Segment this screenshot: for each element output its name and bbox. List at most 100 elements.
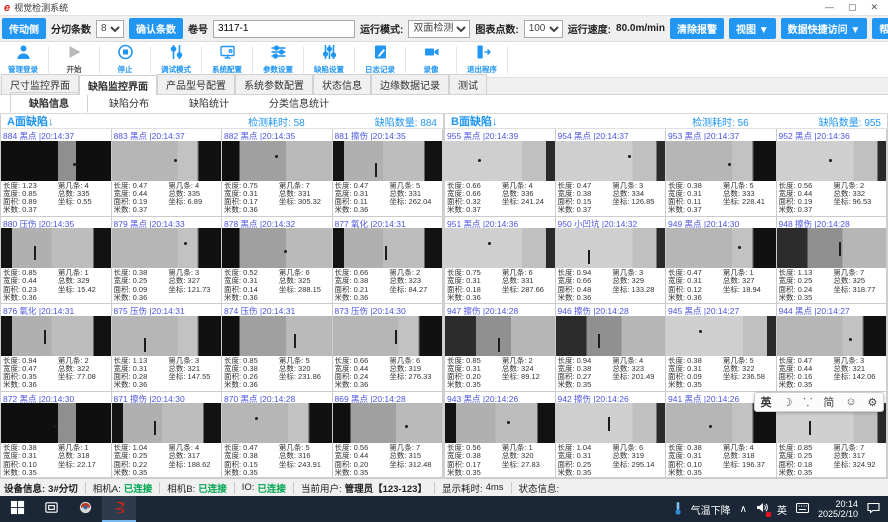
- defect-thumbnail[interactable]: [1, 228, 111, 268]
- defect-card[interactable]: 883 黑点 |20:14:37 长度: 0.47 宽度: 0.44 面积: 0…: [112, 129, 223, 217]
- defect-thumbnail[interactable]: [666, 141, 776, 181]
- defect-thumbnail[interactable]: [333, 316, 443, 356]
- defect-thumbnail[interactable]: [445, 316, 555, 356]
- record-video-button[interactable]: 录像: [408, 44, 454, 75]
- defect-thumbnail[interactable]: [222, 316, 332, 356]
- run-mode-select[interactable]: 双面检测: [408, 20, 470, 38]
- defect-thumbnail[interactable]: [445, 228, 555, 268]
- maximize-button[interactable]: ▢: [848, 2, 857, 13]
- confirm-count-button[interactable]: 确认条数: [129, 18, 183, 39]
- defect-card[interactable]: 884 黑点 |20:14:37 长度: 1.23 宽度: 0.85 面积: 0…: [1, 129, 112, 217]
- touch-keyboard-icon[interactable]: [796, 503, 809, 516]
- defect-thumbnail[interactable]: [445, 141, 555, 181]
- defect-thumbnail[interactable]: [222, 403, 332, 443]
- gear-icon[interactable]: ⚙: [868, 396, 878, 409]
- defect-thumbnail[interactable]: [556, 403, 666, 443]
- defect-card[interactable]: 947 擦伤 |20:14:28 长度: 0.85 宽度: 0.31 面积: 0…: [445, 304, 556, 392]
- defect-card[interactable]: 952 黑点 |20:14:36 长度: 0.56 宽度: 0.44 面积: 0…: [777, 129, 888, 217]
- defect-card[interactable]: 942 擦伤 |20:14:26 长度: 1.04 宽度: 0.31 面积: 0…: [556, 392, 667, 480]
- defect-card[interactable]: 876 氧化 |20:14:31 长度: 0.94 宽度: 0.47 面积: 0…: [1, 304, 112, 392]
- subtab-defect-info[interactable]: 缺陷信息: [10, 92, 88, 113]
- tab-size-monitor[interactable]: 尺寸监控界面: [1, 74, 79, 94]
- moon-icon[interactable]: ☽: [782, 396, 792, 409]
- defect-card[interactable]: 950 小凹坑 |20:14:32 长度: 0.94 宽度: 0.66 面积: …: [556, 217, 667, 305]
- defect-thumbnail[interactable]: [445, 403, 555, 443]
- defect-card[interactable]: 946 擦伤 |20:14:28 长度: 0.94 宽度: 0.38 面积: 0…: [556, 304, 667, 392]
- subtab-class-info-stats[interactable]: 分类信息统计: [250, 92, 348, 113]
- help-menu-button[interactable]: 帮助 ▼: [872, 18, 888, 39]
- subtab-defect-distribution[interactable]: 缺陷分布: [90, 92, 168, 113]
- defect-card[interactable]: 954 黑点 |20:14:37 长度: 0.47 宽度: 0.38 面积: 0…: [556, 129, 667, 217]
- tab-edge-data-record[interactable]: 边缘数据记录: [371, 74, 449, 94]
- defect-card[interactable]: 878 黑点 |20:14:32 长度: 0.52 宽度: 0.31 面积: 0…: [222, 217, 333, 305]
- defect-thumbnail[interactable]: [222, 141, 332, 181]
- defect-thumbnail[interactable]: [777, 228, 887, 268]
- system-config-button[interactable]: 系统配置: [204, 44, 250, 75]
- defect-card[interactable]: 955 黑点 |20:14:39 长度: 0.66 宽度: 0.66 面积: 0…: [445, 129, 556, 217]
- defect-thumbnail[interactable]: [112, 403, 222, 443]
- defect-card[interactable]: 953 黑点 |20:14:37 长度: 0.38 宽度: 0.31 面积: 0…: [666, 129, 777, 217]
- taskbar-clock[interactable]: 20:142025/2/10: [818, 499, 858, 519]
- ime-simplified-toggle[interactable]: 简: [823, 394, 834, 410]
- taskbar-app-browser[interactable]: [68, 496, 102, 522]
- notification-center-icon[interactable]: [867, 502, 880, 517]
- defect-card[interactable]: 875 压伤 |20:14:31 长度: 1.13 宽度: 0.31 面积: 0…: [112, 304, 223, 392]
- defect-thumbnail[interactable]: [777, 316, 887, 356]
- parameter-settings-button[interactable]: 参数设置: [255, 44, 301, 75]
- defect-card[interactable]: 943 黑点 |20:14:26 长度: 0.56 宽度: 0.38 面积: 0…: [445, 392, 556, 480]
- defect-card[interactable]: 881 擦伤 |20:14:35 长度: 0.47 宽度: 0.31 面积: 0…: [333, 129, 444, 217]
- defect-thumbnail[interactable]: [556, 141, 666, 181]
- tray-weather-text[interactable]: 气温下降: [691, 502, 731, 517]
- tab-test[interactable]: 测试: [449, 74, 487, 94]
- emoji-icon[interactable]: ☺: [845, 396, 856, 408]
- tab-product-model-config[interactable]: 产品型号配置: [157, 74, 235, 94]
- tray-expand-chevron[interactable]: ∧: [740, 504, 747, 515]
- defect-card[interactable]: 951 黑点 |20:14:36 长度: 0.75 宽度: 0.31 面积: 0…: [445, 217, 556, 305]
- roll-number-input[interactable]: [213, 20, 355, 38]
- start-button[interactable]: 开始: [51, 44, 97, 75]
- defect-card[interactable]: 949 黑点 |20:14:30 长度: 0.47 宽度: 0.31 面积: 0…: [666, 217, 777, 305]
- close-button[interactable]: ✕: [870, 2, 878, 13]
- defect-card[interactable]: 873 压伤 |20:14:30 长度: 0.66 宽度: 0.44 面积: 0…: [333, 304, 444, 392]
- debug-mode-button[interactable]: 调试模式: [153, 44, 199, 75]
- defect-thumbnail[interactable]: [1, 403, 111, 443]
- defect-card[interactable]: 948 擦伤 |20:14:28 长度: 1.13 宽度: 0.25 面积: 0…: [777, 217, 888, 305]
- defect-card[interactable]: 879 黑点 |20:14:33 长度: 0.38 宽度: 0.25 面积: 0…: [112, 217, 223, 305]
- tab-system-param-config[interactable]: 系统参数配置: [235, 74, 313, 94]
- ime-language-toggle[interactable]: 英: [760, 394, 771, 410]
- clear-alarm-button[interactable]: 清除报警: [670, 18, 724, 39]
- defect-card[interactable]: 872 黑点 |20:14:30 长度: 0.38 宽度: 0.31 面积: 0…: [1, 392, 112, 480]
- panel-a-title[interactable]: A面缺陷↓: [7, 113, 248, 129]
- defect-card[interactable]: 877 氧化 |20:14:31 长度: 0.66 宽度: 0.38 面积: 0…: [333, 217, 444, 305]
- defect-card[interactable]: 944 黑点 |20:14:27 长度: 0.47 宽度: 0.44 面积: 0…: [777, 304, 888, 392]
- defect-thumbnail[interactable]: [666, 316, 776, 356]
- minimize-button[interactable]: —: [825, 2, 834, 13]
- defect-thumbnail[interactable]: [333, 141, 443, 181]
- defect-thumbnail[interactable]: [112, 316, 222, 356]
- log-record-button[interactable]: 日志记录: [357, 44, 403, 75]
- exit-program-button[interactable]: 退出程序: [459, 44, 505, 75]
- defect-thumbnail[interactable]: [1, 316, 111, 356]
- defect-thumbnail[interactable]: [112, 228, 222, 268]
- tab-status-info[interactable]: 状态信息: [313, 74, 371, 94]
- thermometer-icon[interactable]: [674, 501, 682, 518]
- data-quick-access-menu-button[interactable]: 数据快捷访问 ▼: [781, 18, 868, 39]
- defect-card[interactable]: 871 擦伤 |20:14:30 长度: 1.04 宽度: 0.25 面积: 0…: [112, 392, 223, 480]
- defect-thumbnail[interactable]: [556, 228, 666, 268]
- ime-tools-icon[interactable]: ⸪: [803, 395, 812, 410]
- defect-card[interactable]: 882 黑点 |20:14:35 长度: 0.75 宽度: 0.31 面积: 0…: [222, 129, 333, 217]
- view-menu-button[interactable]: 视图 ▼: [729, 18, 776, 39]
- defect-thumbnail[interactable]: [777, 141, 887, 181]
- drive-side-button[interactable]: 传动侧: [2, 18, 46, 39]
- defect-card[interactable]: 880 压伤 |20:14:35 长度: 0.85 宽度: 0.44 面积: 0…: [1, 217, 112, 305]
- defect-thumbnail[interactable]: [333, 403, 443, 443]
- stop-button[interactable]: 停止: [102, 44, 148, 75]
- defect-card[interactable]: 869 黑点 |20:14:28 长度: 0.56 宽度: 0.44 面积: 0…: [333, 392, 444, 480]
- defect-card[interactable]: 945 黑点 |20:14:27 长度: 0.38 宽度: 0.31 面积: 0…: [666, 304, 777, 392]
- defect-settings-button[interactable]: 缺陷设置: [306, 44, 352, 75]
- defect-thumbnail[interactable]: [333, 228, 443, 268]
- slit-count-select[interactable]: 8: [96, 20, 124, 38]
- subtab-defect-stats[interactable]: 缺陷统计: [170, 92, 248, 113]
- chart-points-select[interactable]: 100: [524, 20, 563, 38]
- taskbar-app-vision-system[interactable]: [102, 496, 136, 522]
